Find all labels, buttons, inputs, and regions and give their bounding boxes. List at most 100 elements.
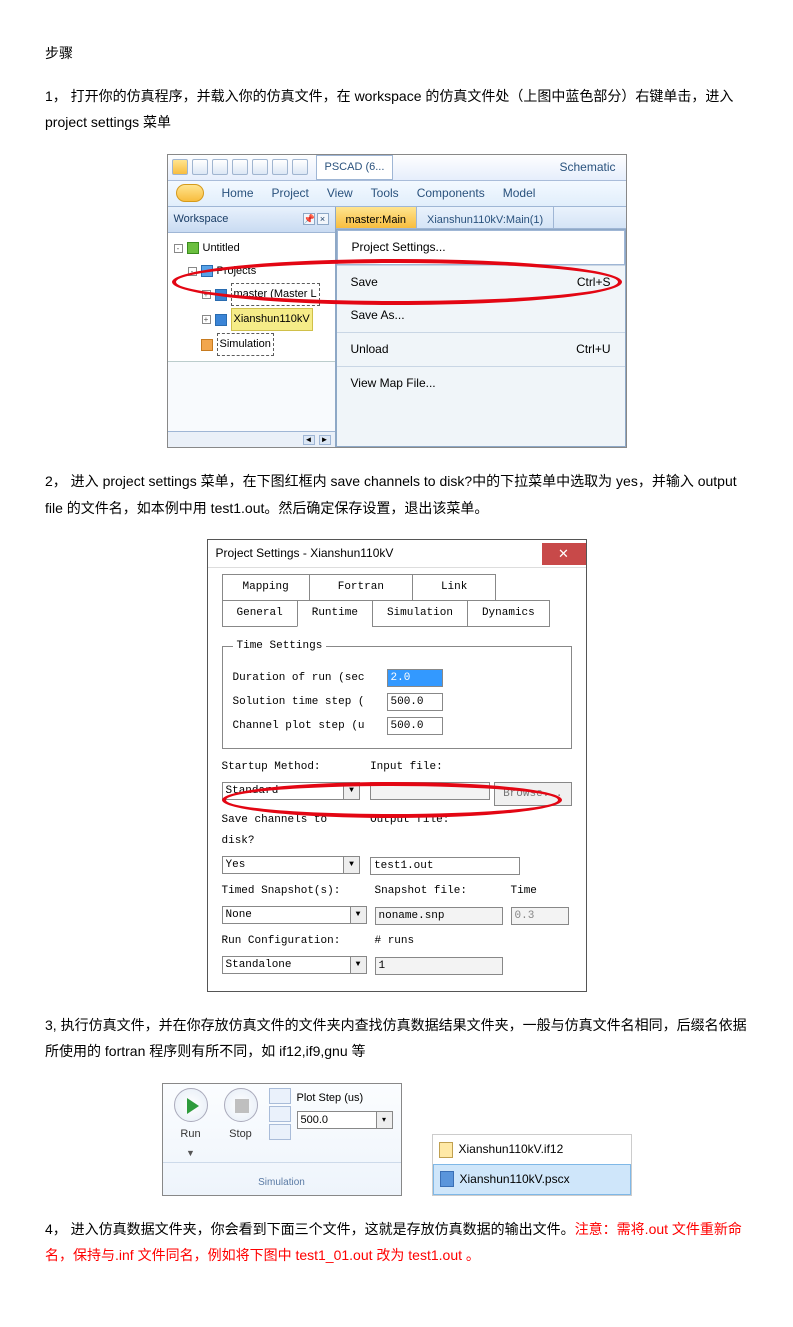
- run-button[interactable]: Run ▼: [169, 1088, 213, 1162]
- channel-step-input[interactable]: [387, 717, 443, 735]
- duration-input[interactable]: [387, 669, 443, 687]
- dropdown-icon[interactable]: ▼: [351, 956, 367, 974]
- save-channels-select[interactable]: ▼: [222, 856, 361, 877]
- tab-master[interactable]: master:Main: [336, 207, 418, 228]
- undo-icon[interactable]: [232, 159, 248, 175]
- tab-link[interactable]: Link: [412, 574, 496, 601]
- title-dropdown[interactable]: PSCAD (6...: [316, 155, 394, 180]
- step-4: 4， 进入仿真数据文件夹，你会看到下面三个文件，这就是存放仿真数据的输出文件。注…: [45, 1216, 748, 1269]
- step-icon[interactable]: [269, 1106, 291, 1122]
- ribbon-components[interactable]: Components: [417, 182, 485, 205]
- step-2-text: 2， 进入 project settings 菜单，在下图红框内 save ch…: [45, 473, 737, 516]
- startup-method-label: Startup Method:: [222, 757, 361, 778]
- scroll-right-icon[interactable]: ►: [319, 435, 331, 445]
- dropdown-icon[interactable]: ▼: [351, 906, 367, 924]
- cursor-icon[interactable]: [172, 159, 188, 175]
- tree-untitled[interactable]: Untitled: [203, 238, 240, 259]
- folder-icon: [439, 1142, 453, 1158]
- nruns-input[interactable]: [375, 957, 503, 975]
- dialog-title: Project Settings - Xianshun110kV: [216, 542, 394, 565]
- plot-step-label: Plot Step (us): [297, 1088, 393, 1109]
- file-item-selected[interactable]: Xianshun110kV.pscx: [433, 1164, 631, 1195]
- ctx-unload[interactable]: UnloadCtrl+U: [337, 332, 625, 366]
- sim-icon: [201, 339, 213, 351]
- workspace-scrollbar[interactable]: ◄ ►: [168, 431, 335, 447]
- dropdown-icon[interactable]: ▾: [377, 1111, 393, 1129]
- step-3: 3, 执行仿真文件，并在你存放仿真文件的文件夹内查找仿真数据结果文件夹，一般与仿…: [45, 1012, 748, 1065]
- page-heading: 步骤: [45, 40, 748, 67]
- context-menu: Project Settings... SaveCtrl+S Save As..…: [336, 229, 626, 447]
- browse-button[interactable]: Browse...: [494, 782, 571, 807]
- ctx-save-as[interactable]: Save As...: [337, 298, 625, 332]
- shortcut: Ctrl+S: [577, 271, 611, 294]
- app-pill-icon[interactable]: [176, 184, 204, 202]
- ctx-view-map-file[interactable]: View Map File...: [337, 366, 625, 400]
- dropdown-icon[interactable]: ▼: [186, 1145, 195, 1162]
- clean-icon[interactable]: [292, 159, 308, 175]
- expand-icon[interactable]: +: [202, 315, 211, 324]
- file-icon: [440, 1171, 454, 1187]
- new-icon[interactable]: [192, 159, 208, 175]
- step-3-text: 3, 执行仿真文件，并在你存放仿真文件的文件夹内查找仿真数据结果文件夹，一般与仿…: [45, 1017, 747, 1060]
- save-channels-label: Save channels to disk?: [222, 810, 361, 852]
- ribbon-tools[interactable]: Tools: [371, 182, 399, 205]
- tab-runtime[interactable]: Runtime: [297, 600, 373, 627]
- close-icon[interactable]: ×: [317, 213, 329, 225]
- redo-icon[interactable]: [252, 159, 268, 175]
- save-channels-value[interactable]: [222, 856, 345, 874]
- ctx-project-settings[interactable]: Project Settings...: [337, 230, 625, 265]
- ribbon-model[interactable]: Model: [503, 182, 536, 205]
- output-file-input[interactable]: [370, 857, 520, 875]
- save-icon[interactable]: [212, 159, 228, 175]
- screenshot-pscad-workspace: PSCAD (6... Schematic Home Project View …: [167, 154, 627, 448]
- time-input[interactable]: [511, 907, 569, 925]
- snapshot-file-label: Snapshot file:: [375, 881, 503, 902]
- tab-general[interactable]: General: [222, 600, 298, 627]
- input-file-input[interactable]: [370, 782, 490, 800]
- dropdown-icon[interactable]: ▼: [344, 782, 360, 800]
- plot-step-input[interactable]: [297, 1111, 377, 1129]
- expand-icon[interactable]: +: [202, 290, 211, 299]
- solution-step-input[interactable]: [387, 693, 443, 711]
- tree-projects[interactable]: Projects: [217, 261, 257, 282]
- tree-master[interactable]: master (Master L: [231, 283, 320, 306]
- ribbon-view[interactable]: View: [327, 182, 353, 205]
- ribbon-home[interactable]: Home: [222, 182, 254, 205]
- ctx-save[interactable]: SaveCtrl+S: [337, 265, 625, 299]
- stop-button[interactable]: Stop: [219, 1088, 263, 1145]
- pin-icon[interactable]: 📌: [303, 213, 315, 225]
- build-icon[interactable]: [272, 159, 288, 175]
- tab-dynamics[interactable]: Dynamics: [467, 600, 550, 627]
- step-1-text: 1， 打开你的仿真程序，并载入你的仿真文件，在 workspace 的仿真文件处…: [45, 88, 733, 131]
- workspace-panel: Workspace 📌 × -Untitled -Projects +maste…: [168, 207, 336, 447]
- expand-icon[interactable]: -: [188, 267, 197, 276]
- tree-selected-project[interactable]: Xianshun110kV: [231, 308, 313, 331]
- pause-icon[interactable]: [269, 1088, 291, 1104]
- ribbon-project[interactable]: Project: [272, 182, 309, 205]
- snapshot-file-input[interactable]: [375, 907, 503, 925]
- timed-snapshot-select[interactable]: ▼: [222, 906, 367, 927]
- time-settings-legend: Time Settings: [233, 636, 327, 657]
- startup-method-select[interactable]: ▼: [222, 782, 361, 807]
- close-button[interactable]: ✕: [542, 543, 586, 565]
- tab-fortran[interactable]: Fortran: [309, 574, 413, 601]
- skip-icon[interactable]: [269, 1124, 291, 1140]
- file-item[interactable]: Xianshun110kV.if12: [433, 1135, 631, 1164]
- dropdown-icon[interactable]: ▼: [344, 856, 360, 874]
- tab-xianshun[interactable]: Xianshun110kV:Main(1): [417, 207, 554, 228]
- plot-step-select[interactable]: ▾: [297, 1111, 393, 1129]
- run-config-select[interactable]: ▼: [222, 956, 367, 977]
- expand-icon[interactable]: -: [174, 244, 183, 253]
- timed-snapshot-value[interactable]: [222, 906, 351, 924]
- simulation-group-label: Simulation: [163, 1162, 401, 1195]
- startup-method-value[interactable]: [222, 782, 345, 800]
- tab-simulation[interactable]: Simulation: [372, 600, 468, 627]
- time-settings-group: Time Settings Duration of run (sec Solut…: [222, 636, 572, 749]
- timed-snapshot-label: Timed Snapshot(s):: [222, 881, 367, 902]
- project-tree: -Untitled -Projects +master (Master L +X…: [168, 233, 335, 361]
- tab-mapping[interactable]: Mapping: [222, 574, 310, 601]
- tree-simulation[interactable]: Simulation: [217, 333, 274, 356]
- ribbon-tabs: Home Project View Tools Components Model: [168, 181, 626, 207]
- scroll-left-icon[interactable]: ◄: [303, 435, 315, 445]
- run-config-value[interactable]: [222, 956, 351, 974]
